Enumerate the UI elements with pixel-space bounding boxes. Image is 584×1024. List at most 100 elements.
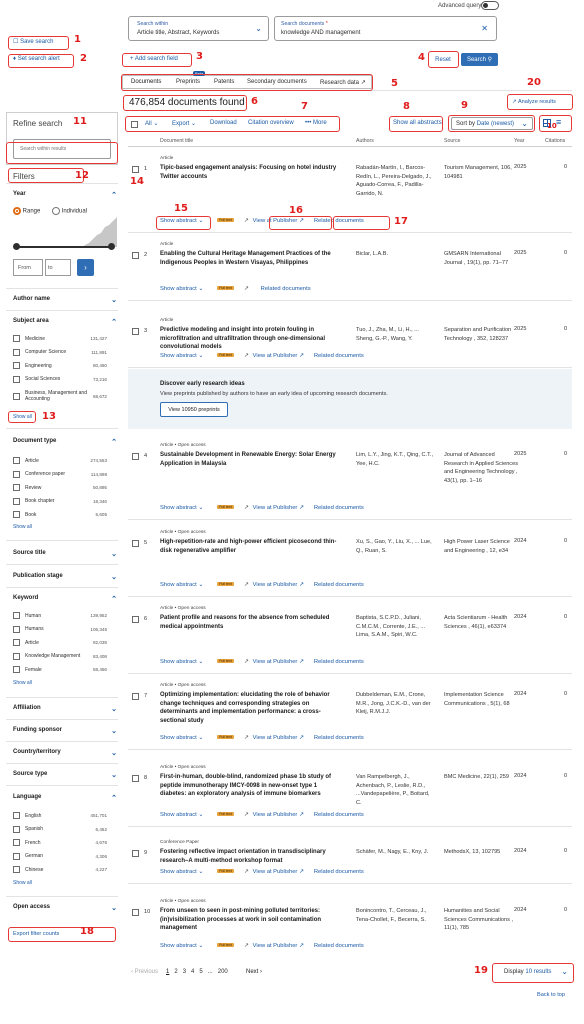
funding-sponsor-facet[interactable]: Funding sponsor ⌄ [13,727,117,735]
facet-option[interactable]: Knowledge Management 83,408 [13,652,107,660]
fulltext-badge[interactable]: Full text [217,812,234,817]
checkbox[interactable] [13,335,20,342]
subject-area-facet[interactable]: Subject area ⌃ [13,318,117,326]
result-authors[interactable]: Bonincontro, T., Cerceau, J., Tena-Choll… [356,907,436,924]
page-link[interactable]: 4 [191,969,194,975]
view-at-publisher-link[interactable]: View at Publisher ↗ [253,582,304,588]
fulltext-badge[interactable]: Full text [217,505,234,510]
result-title[interactable]: High-repetition-rate and high-power effi… [160,538,340,555]
result-source[interactable]: Separation and Purification Technology ,… [444,326,520,343]
result-checkbox[interactable] [132,616,139,623]
facet-option[interactable]: French 4,676 [13,839,107,846]
view-at-publisher-link[interactable]: View at Publisher ↗ [253,735,304,741]
year-slider-handle-right[interactable] [108,243,115,250]
checkbox[interactable] [13,825,20,833]
result-title[interactable]: From unseen to seen in post-mining pollu… [160,907,340,933]
external-link-icon[interactable]: ↗ [244,659,249,665]
page-link[interactable]: 1 [166,969,169,975]
facet-option[interactable]: Business, Management and Accounting 68,67… [13,389,107,403]
show-abstract-button[interactable]: Show abstract ⌄ [160,353,203,359]
checkbox[interactable] [13,866,20,873]
facet-option[interactable]: Article 274,553 [13,457,107,464]
result-checkbox[interactable] [132,775,139,782]
keyword-facet[interactable]: Keyword ⌃ [13,595,117,603]
page-link[interactable]: 2 [174,969,177,975]
view-at-publisher-link[interactable]: View at Publisher ↗ [253,659,304,665]
fulltext-badge[interactable]: Full text [217,582,234,587]
result-authors[interactable]: Baptista, S.C.P.D., Juliani, C.M.C.M., C… [356,614,436,640]
result-checkbox[interactable] [132,453,139,460]
checkbox[interactable] [13,625,20,633]
checkbox[interactable] [13,839,20,846]
result-source[interactable]: High Power Laser Science and Engineering… [444,538,520,555]
result-source[interactable]: Journal of Advanced Research in Applied … [444,451,520,485]
checkbox[interactable] [13,392,20,400]
result-title[interactable]: Tipic-based engagement analysis: Focusin… [160,164,340,181]
result-title[interactable]: Optimizing implementation: elucidating t… [160,691,340,725]
show-abstract-button[interactable]: Show abstract ⌄ [160,582,203,588]
search-button[interactable]: Search ⚲ [461,53,498,66]
show-abstract-button[interactable]: Show abstract ⌄ [160,659,203,665]
checkbox[interactable] [13,362,20,369]
view-at-publisher-link[interactable]: View at Publisher ↗ [253,505,304,511]
facet-option[interactable]: German 4,306 [13,852,107,860]
page-link[interactable]: 200 [218,969,228,975]
result-authors[interactable]: Biclar, L.A.B. [356,250,436,259]
facet-option[interactable]: Computer Science 111,891 [13,348,107,356]
source-title-facet[interactable]: Source title ⌄ [13,550,117,558]
open-access-facet[interactable]: Open access ⌄ [13,904,117,912]
facet-option[interactable]: Book 5,605 [13,511,107,518]
page-link[interactable]: 3 [183,969,186,975]
result-checkbox[interactable] [132,166,139,173]
show-abstract-button[interactable]: Show abstract ⌄ [160,286,203,292]
facet-option[interactable]: Spanish 6,462 [13,825,107,833]
page-link[interactable]: 5 [199,969,202,975]
next-page-link[interactable]: Next › [246,969,262,975]
checkbox[interactable] [13,652,20,660]
result-title[interactable]: Predictive modeling and insight into pro… [160,326,340,352]
facet-option[interactable]: English 451,701 [13,812,107,819]
result-title[interactable]: First-in-human, double-blind, randomized… [160,773,340,799]
result-title[interactable]: Fostering reflective impact orientation … [160,848,340,865]
result-title[interactable]: Patient profile and reasons for the abse… [160,614,340,631]
result-source[interactable]: Tourism Management, 106, 104981 [444,164,520,181]
external-link-icon[interactable]: ↗ [244,218,249,224]
year-facet[interactable]: Year ⌃ [13,191,117,199]
year-slider-handle-left[interactable] [13,243,20,250]
result-authors[interactable]: Tuo, J., Zha, M., Li, H., ... Sheng, G.-… [356,326,436,343]
checkbox[interactable] [13,666,20,673]
previous-page-link[interactable]: ‹ Previous [131,969,158,975]
related-documents-link[interactable]: Related documents [314,659,364,665]
checkbox[interactable] [13,612,20,619]
checkbox[interactable] [13,348,20,356]
checkbox[interactable] [13,852,20,860]
fulltext-badge[interactable]: Full text [217,286,234,291]
publication-stage-facet[interactable]: Publication stage ⌄ [13,573,117,581]
show-abstract-button[interactable]: Show abstract ⌄ [160,505,203,511]
related-documents-link[interactable]: Related documents [314,582,364,588]
result-source[interactable]: Acta Scientiarum - Health Sciences , 46(… [444,614,520,631]
result-authors[interactable]: Rabadán-Martín, I., Barcos-Redín, L., Pe… [356,164,436,198]
result-checkbox[interactable] [132,693,139,700]
facet-option[interactable]: Conference paper 114,898 [13,470,107,478]
facet-option[interactable]: Article 92,039 [13,639,107,646]
checkbox[interactable] [13,375,20,383]
related-documents-link[interactable]: Related documents [314,353,364,359]
result-authors[interactable]: Schäfer, M., Nagy, E., Kny, J. [356,848,436,857]
checkbox[interactable] [13,639,20,646]
year-slider-track[interactable] [17,246,111,248]
facet-option[interactable]: Humans 106,346 [13,625,107,633]
result-authors[interactable]: Lim, L.Y., Jing, K.T., Qing, C.T., Yee, … [356,451,436,468]
facet-option[interactable]: Medicine 131,427 [13,335,107,342]
language-facet[interactable]: Language ⌃ [13,794,117,802]
search-within-select[interactable]: Search within Article title, Abstract, K… [128,16,269,41]
related-documents-link[interactable]: Related documents [261,286,311,292]
external-link-icon[interactable]: ↗ [244,735,249,741]
source-type-facet[interactable]: Source type ⌄ [13,771,117,779]
external-link-icon[interactable]: ↗ [244,869,249,875]
fulltext-badge[interactable]: Full text [217,353,234,358]
fulltext-badge[interactable]: Full text [217,659,234,664]
apply-year-button[interactable]: › [77,259,94,276]
affiliation-facet[interactable]: Affiliation ⌄ [13,705,117,713]
checkbox[interactable] [13,470,20,478]
